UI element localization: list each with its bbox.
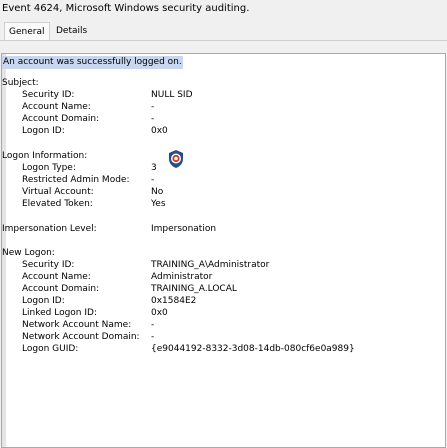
subject-account-domain-value: - [151, 114, 155, 124]
new-logon-id-label: Logon ID: [22, 296, 65, 306]
restricted-admin-label: Restricted Admin Mode: [22, 175, 130, 185]
network-account-domain-value: - [151, 332, 155, 342]
logon-type-value: 3 [151, 163, 157, 173]
new-security-id-label: Security ID: [22, 260, 75, 270]
new-account-domain-label: Account Domain: [22, 284, 100, 294]
subject-security-id-value: NULL SID [151, 90, 193, 100]
subject-heading: Subject: [2, 78, 39, 88]
subject-security-id-label: Security ID: [22, 90, 75, 100]
logon-info-heading: Logon Information: [2, 151, 88, 161]
new-account-name-value: Administrator [151, 272, 213, 282]
logon-type-label: Logon Type: [22, 163, 76, 173]
new-logon-id-value: 0x1584E2 [151, 296, 197, 306]
new-account-name-label: Account Name: [22, 272, 91, 282]
subject-account-domain-label: Account Domain: [22, 114, 100, 124]
new-security-id-value: TRAINING_A\Administrator [151, 260, 270, 270]
linked-logon-id-label: Linked Logon ID: [22, 308, 97, 318]
description-first-line: An account was successfully logged on. [2, 56, 183, 69]
subject-logon-id-label: Logon ID: [22, 126, 65, 136]
tab-divider [0, 40, 447, 41]
impersonation-level-label: Impersonation Level: [2, 224, 97, 234]
logon-guid-value: {e9044192-8332-3d08-14db-080cf6e0a989} [151, 344, 355, 354]
new-account-domain-value: TRAINING_A.LOCAL [151, 284, 237, 294]
linked-logon-id-value: 0x0 [151, 308, 168, 318]
virtual-account-value: No [151, 187, 164, 197]
virtual-account-label: Virtual Account: [22, 187, 94, 197]
event-description-textbox[interactable]: An account was successfully logged on. S… [1, 53, 446, 448]
subject-account-name-value: - [151, 102, 155, 112]
tab-general[interactable]: General [4, 22, 50, 41]
window-title: Event 4624, Microsoft Windows security a… [2, 3, 250, 14]
elevated-token-value: Yes [151, 199, 166, 209]
new-logon-heading: New Logon: [2, 248, 55, 258]
elevated-token-label: Elevated Token: [22, 199, 93, 209]
subject-account-name-label: Account Name: [22, 102, 91, 112]
network-account-name-value: - [151, 320, 155, 330]
impersonation-level-value: Impersonation [151, 224, 217, 234]
tab-strip: General Details [0, 22, 447, 42]
logon-guid-label: Logon GUID: [22, 344, 79, 354]
network-account-domain-label: Network Account Domain: [22, 332, 140, 342]
network-account-name-label: Network Account Name: [22, 320, 132, 330]
restricted-admin-value: - [151, 175, 155, 185]
subject-logon-id-value: 0x0 [151, 126, 168, 136]
shield-target-icon [169, 150, 183, 168]
tab-details[interactable]: Details [52, 22, 94, 41]
